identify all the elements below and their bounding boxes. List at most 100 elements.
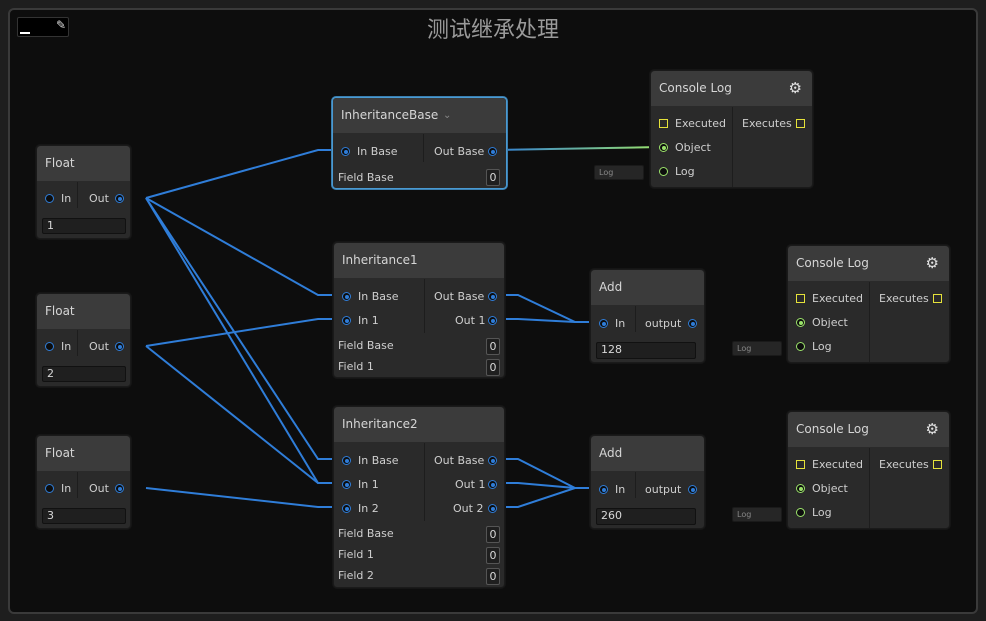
input-port[interactable] <box>342 456 351 465</box>
wire <box>145 487 344 508</box>
input-port[interactable] <box>45 342 54 351</box>
node-title-text: Console Log <box>659 81 732 95</box>
field-value[interactable]: 0 <box>486 568 500 585</box>
port-label: Log <box>675 165 695 178</box>
port-label: In 2 <box>358 502 379 515</box>
add-node-1[interactable]: Add In output 128 <box>590 269 705 363</box>
port-label: Executed <box>675 117 726 130</box>
output-port[interactable] <box>688 485 697 494</box>
port-label: Out 1 <box>455 478 486 491</box>
node-title: Float <box>37 294 130 329</box>
inheritance2-node[interactable]: Inheritance2 In Base Out Base In 1 Out 1… <box>333 406 505 588</box>
wire <box>492 294 601 323</box>
output-port[interactable] <box>115 484 124 493</box>
field-label: Field 1 <box>338 548 374 561</box>
output-port[interactable] <box>488 316 497 325</box>
chevron-down-icon[interactable]: ⌄ <box>443 98 451 133</box>
inheritance1-node[interactable]: Inheritance1 In Base Out Base In 1 Out 1… <box>333 242 505 378</box>
input-port[interactable] <box>341 147 350 156</box>
output-port[interactable] <box>115 194 124 203</box>
field-value[interactable]: 0 <box>486 547 500 564</box>
node-title-text: Console Log <box>796 256 869 270</box>
input-port[interactable] <box>342 292 351 301</box>
port-label: Out 1 <box>455 314 486 327</box>
input-port[interactable] <box>45 484 54 493</box>
console-log-node-3[interactable]: Console Log ⚙ Executed Executes Object L… <box>787 411 950 529</box>
output-port[interactable] <box>488 456 497 465</box>
log-input[interactable]: Log <box>732 507 782 522</box>
port-label: Executes <box>879 458 929 471</box>
port-label: Executed <box>812 292 863 305</box>
field-label: Field Base <box>338 527 394 540</box>
input-port[interactable] <box>342 480 351 489</box>
inheritance-base-node[interactable]: InheritanceBase ⌄ In Base Out Base Field… <box>332 97 507 189</box>
output-port[interactable] <box>488 480 497 489</box>
field-label: Field 2 <box>338 569 374 582</box>
value-field[interactable]: 3 <box>42 508 126 524</box>
wire <box>145 197 344 460</box>
field-label: Field Base <box>338 339 394 352</box>
port-label: Out Base <box>434 290 485 303</box>
port-label: Object <box>675 141 711 154</box>
field-value[interactable]: 0 <box>486 338 500 355</box>
node-title: Float <box>37 436 130 471</box>
wire <box>145 345 344 484</box>
console-log-node-2[interactable]: Console Log ⚙ Executed Executes Object L… <box>787 245 950 363</box>
port-label: Object <box>812 316 848 329</box>
exec-in-port[interactable] <box>796 460 805 469</box>
float-node-3[interactable]: Float In Out 3 <box>36 435 131 529</box>
field-value[interactable]: 0 <box>486 359 500 376</box>
log-input[interactable]: Log <box>594 165 644 180</box>
value-field[interactable]: 260 <box>596 508 696 525</box>
field-value[interactable]: 0 <box>486 169 500 186</box>
input-port[interactable] <box>342 316 351 325</box>
input-port[interactable] <box>599 319 608 328</box>
object-port[interactable] <box>796 318 805 327</box>
log-port[interactable] <box>796 508 805 517</box>
output-port[interactable] <box>115 342 124 351</box>
object-port[interactable] <box>796 484 805 493</box>
node-title: Add <box>591 270 704 305</box>
wire <box>145 149 344 199</box>
output-port[interactable] <box>488 292 497 301</box>
output-port[interactable] <box>488 504 497 513</box>
float-node-2[interactable]: Float In Out 2 <box>36 293 131 387</box>
gear-icon[interactable]: ⚙ <box>789 71 802 106</box>
log-port[interactable] <box>796 342 805 351</box>
wire <box>492 318 601 323</box>
output-port[interactable] <box>688 319 697 328</box>
node-title: InheritanceBase ⌄ <box>333 98 506 133</box>
input-port[interactable] <box>599 485 608 494</box>
field-label: Field Base <box>338 171 394 184</box>
node-title: Console Log ⚙ <box>651 71 812 106</box>
port-label: Executed <box>812 458 863 471</box>
port-label: In <box>61 192 72 205</box>
value-field[interactable]: 2 <box>42 366 126 382</box>
port-label: In <box>61 340 72 353</box>
console-log-node-1[interactable]: Console Log ⚙ Executed Executes Object L… <box>650 70 813 188</box>
float-node-1[interactable]: Float In Out 1 <box>36 145 131 239</box>
input-port[interactable] <box>45 194 54 203</box>
value-field[interactable]: 128 <box>596 342 696 359</box>
port-label: In 1 <box>358 478 379 491</box>
wire <box>492 487 601 508</box>
exec-in-port[interactable] <box>796 294 805 303</box>
port-label: output <box>645 483 682 496</box>
exec-out-port[interactable] <box>796 119 805 128</box>
object-port[interactable] <box>659 143 668 152</box>
exec-out-port[interactable] <box>933 294 942 303</box>
exec-in-port[interactable] <box>659 119 668 128</box>
value-field[interactable]: 1 <box>42 218 126 234</box>
gear-icon[interactable]: ⚙ <box>926 246 939 281</box>
port-label: Out <box>89 482 109 495</box>
add-node-2[interactable]: Add In output 260 <box>590 435 705 529</box>
input-port[interactable] <box>342 504 351 513</box>
log-port[interactable] <box>659 167 668 176</box>
log-input[interactable]: Log <box>732 341 782 356</box>
exec-out-port[interactable] <box>933 460 942 469</box>
port-label: output <box>645 317 682 330</box>
field-value[interactable]: 0 <box>486 526 500 543</box>
output-port[interactable] <box>488 147 497 156</box>
gear-icon[interactable]: ⚙ <box>926 412 939 447</box>
port-label: Log <box>812 506 832 519</box>
